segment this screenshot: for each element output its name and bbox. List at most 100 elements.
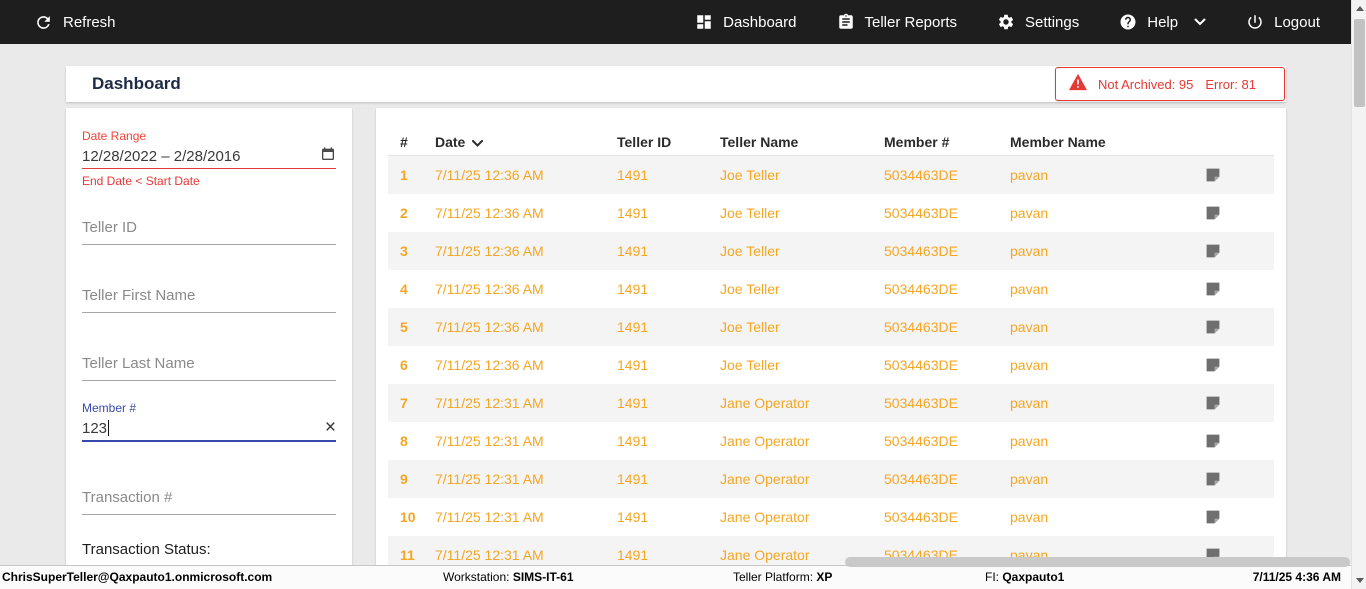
cell-teller-id: 1491 <box>617 319 720 335</box>
nav-logout-label: Logout <box>1274 14 1320 31</box>
note-icon[interactable] <box>1205 281 1274 297</box>
status-workstation-label: Workstation: <box>443 570 509 584</box>
date-range-value: 12/28/2022 – 2/28/2016 <box>82 148 240 165</box>
cell-teller-name: Jane Operator <box>720 433 884 449</box>
teller-last-name-input[interactable] <box>82 346 336 381</box>
cell-date: 7/11/25 12:31 AM <box>435 547 617 563</box>
vertical-scrollbar[interactable] <box>1351 0 1366 589</box>
row-number: 2 <box>400 205 435 221</box>
column-header-date[interactable]: Date <box>435 134 617 150</box>
cell-member-name: pavan <box>1010 319 1205 335</box>
vertical-scrollbar-thumb[interactable] <box>1354 19 1365 107</box>
note-icon[interactable] <box>1205 395 1274 411</box>
top-nav-menu: Dashboard Teller Reports Settings Help <box>695 13 1320 31</box>
nav-settings[interactable]: Settings <box>997 13 1079 31</box>
member-number-value: 123 <box>82 420 107 437</box>
note-icon[interactable] <box>1205 167 1274 183</box>
table-row[interactable]: 3 7/11/25 12:36 AM 1491 Joe Teller 50344… <box>388 232 1274 270</box>
cell-member-num: 5034463DE <box>884 471 1010 487</box>
nav-logout[interactable]: Logout <box>1246 13 1320 31</box>
table-row[interactable]: 4 7/11/25 12:36 AM 1491 Joe Teller 50344… <box>388 270 1274 308</box>
table-row[interactable]: 7 7/11/25 12:31 AM 1491 Jane Operator 50… <box>388 384 1274 422</box>
table-row[interactable]: 5 7/11/25 12:36 AM 1491 Joe Teller 50344… <box>388 308 1274 346</box>
status-bar: ChrisSuperTeller@Qaxpauto1.onmicrosoft.c… <box>0 565 1366 589</box>
cell-date: 7/11/25 12:31 AM <box>435 471 617 487</box>
cell-teller-name: Joe Teller <box>720 205 884 221</box>
help-icon <box>1119 13 1137 31</box>
note-icon[interactable] <box>1205 357 1274 373</box>
cell-member-num: 5034463DE <box>884 281 1010 297</box>
page-content: Dashboard Not Archived: 95 Error: 81 Date… <box>0 44 1351 565</box>
cell-member-num: 5034463DE <box>884 433 1010 449</box>
cell-date: 7/11/25 12:36 AM <box>435 319 617 335</box>
member-number-label: Member # <box>82 402 336 415</box>
cell-member-name: pavan <box>1010 281 1205 297</box>
note-icon[interactable] <box>1205 471 1274 487</box>
cell-teller-name: Joe Teller <box>720 319 884 335</box>
column-header-member-num: Member # <box>884 134 1010 150</box>
nav-teller-reports[interactable]: Teller Reports <box>837 13 958 31</box>
cell-member-num: 5034463DE <box>884 205 1010 221</box>
row-number: 9 <box>400 471 435 487</box>
table-header-row: # Date Teller ID Teller Name Member # Me… <box>388 128 1274 156</box>
note-icon[interactable] <box>1205 433 1274 449</box>
cell-teller-id: 1491 <box>617 471 720 487</box>
date-range-error: End Date < Start Date <box>82 174 336 188</box>
row-number: 11 <box>400 547 435 563</box>
row-number: 5 <box>400 319 435 335</box>
member-number-underline <box>82 440 336 442</box>
nav-settings-label: Settings <box>1025 14 1079 31</box>
column-header-teller-name: Teller Name <box>720 134 884 150</box>
nav-help[interactable]: Help <box>1119 13 1206 31</box>
warning-triangle-icon <box>1068 73 1088 96</box>
row-number: 8 <box>400 433 435 449</box>
horizontal-scrollbar-thumb[interactable] <box>845 557 1350 567</box>
cell-member-num: 5034463DE <box>884 357 1010 373</box>
note-icon[interactable] <box>1205 243 1274 259</box>
cell-member-num: 5034463DE <box>884 319 1010 335</box>
teller-first-name-input[interactable] <box>82 278 336 313</box>
note-icon[interactable] <box>1205 319 1274 335</box>
table-row[interactable]: 9 7/11/25 12:31 AM 1491 Jane Operator 50… <box>388 460 1274 498</box>
cell-member-name: pavan <box>1010 509 1205 525</box>
archive-error-alert[interactable]: Not Archived: 95 Error: 81 <box>1055 67 1285 101</box>
alert-error-count: Error: 81 <box>1205 77 1256 92</box>
page-title: Dashboard <box>92 74 181 94</box>
cell-date: 7/11/25 12:36 AM <box>435 281 617 297</box>
calendar-icon[interactable] <box>320 146 336 167</box>
transaction-status-label: Transaction Status: <box>82 541 336 558</box>
clear-x-icon[interactable]: × <box>325 419 336 437</box>
table-row[interactable]: 6 7/11/25 12:36 AM 1491 Joe Teller 50344… <box>388 346 1274 384</box>
note-icon[interactable] <box>1205 509 1274 525</box>
table-row[interactable]: 10 7/11/25 12:31 AM 1491 Jane Operator 5… <box>388 498 1274 536</box>
cell-member-num: 5034463DE <box>884 243 1010 259</box>
transaction-number-input[interactable] <box>82 480 336 515</box>
table-row[interactable]: 2 7/11/25 12:36 AM 1491 Joe Teller 50344… <box>388 194 1274 232</box>
member-number-input[interactable]: 123 × <box>82 418 336 438</box>
cell-teller-id: 1491 <box>617 547 720 563</box>
column-header-num: # <box>400 134 435 150</box>
nav-help-label: Help <box>1147 14 1178 31</box>
table-row[interactable]: 8 7/11/25 12:31 AM 1491 Jane Operator 50… <box>388 422 1274 460</box>
date-range-underline <box>82 168 336 169</box>
nav-dashboard[interactable]: Dashboard <box>695 13 796 31</box>
settings-gear-icon <box>997 13 1015 31</box>
alert-not-archived-count: Not Archived: 95 <box>1098 77 1193 92</box>
table-row[interactable]: 1 7/11/25 12:36 AM 1491 Joe Teller 50344… <box>388 156 1274 194</box>
column-header-member-name: Member Name <box>1010 134 1205 150</box>
filters-panel: Date Range 12/28/2022 – 2/28/2016 End Da… <box>66 108 352 565</box>
teller-id-input[interactable] <box>82 210 336 245</box>
nav-dashboard-label: Dashboard <box>723 14 796 31</box>
scroll-up-icon[interactable] <box>1352 0 1366 17</box>
row-number: 7 <box>400 395 435 411</box>
cell-date: 7/11/25 12:36 AM <box>435 357 617 373</box>
note-icon[interactable] <box>1205 205 1274 221</box>
cell-member-name: pavan <box>1010 243 1205 259</box>
refresh-button[interactable]: Refresh <box>34 13 116 32</box>
scroll-down-icon[interactable] <box>1352 572 1366 589</box>
status-platform-value: XP <box>816 570 832 584</box>
text-caret <box>108 420 109 436</box>
status-user: ChrisSuperTeller@Qaxpauto1.onmicrosoft.c… <box>2 566 272 589</box>
date-range-input[interactable]: 12/28/2022 – 2/28/2016 <box>82 146 336 166</box>
cell-member-name: pavan <box>1010 395 1205 411</box>
